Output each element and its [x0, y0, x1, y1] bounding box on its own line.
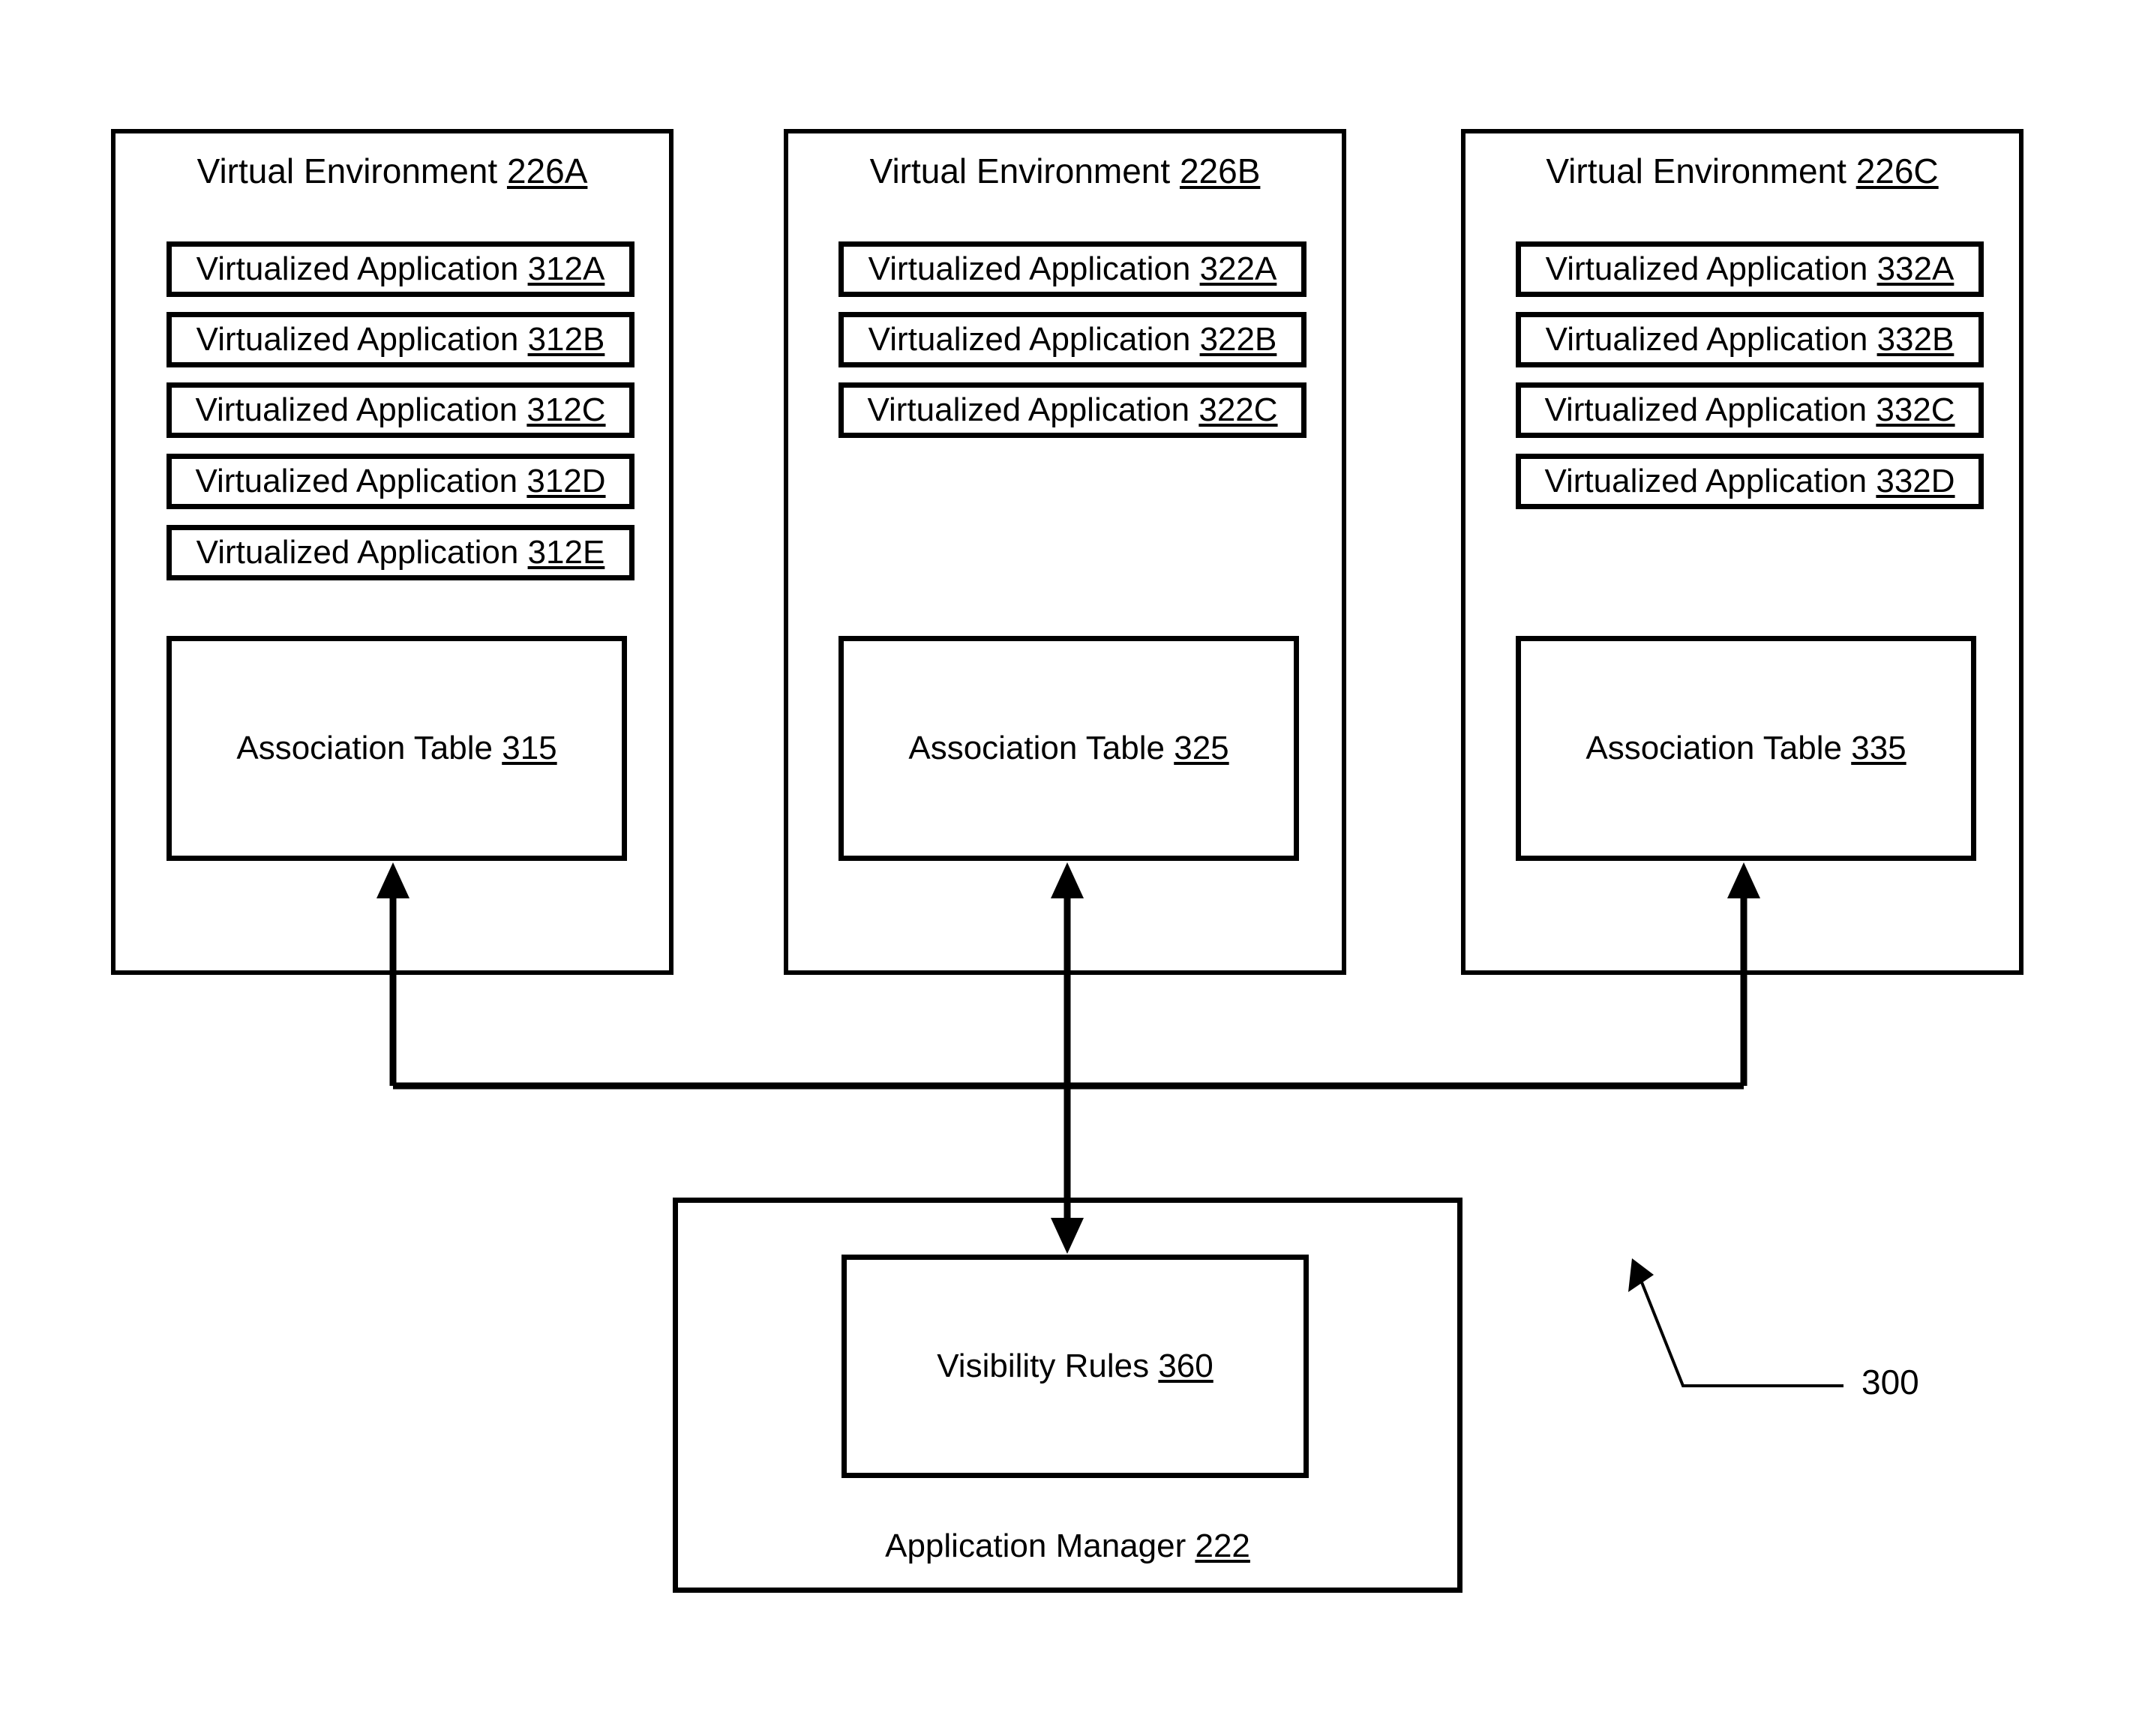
env-a-title-num: 226A	[506, 151, 588, 190]
arrowhead-reference-300	[1628, 1258, 1654, 1292]
app-322b-label: Virtualized Application 322B	[868, 321, 1277, 358]
association-table-315-label: Association Table 315	[236, 730, 557, 766]
virtualized-application-332a: Virtualized Application 332A	[1516, 241, 1984, 297]
virtualized-application-312e: Virtualized Application 312E	[166, 525, 634, 580]
virtualized-application-312d: Virtualized Application 312D	[166, 454, 634, 509]
virtualized-application-312a: Virtualized Application 312A	[166, 241, 634, 297]
figure-reference-numeral-300: 300	[1862, 1363, 1919, 1402]
association-table-335-label: Association Table 335	[1586, 730, 1906, 766]
app-312b-label: Virtualized Application 312B	[196, 321, 605, 358]
app-332b-label: Virtualized Application 332B	[1545, 321, 1954, 358]
virtual-environment-226c-title: Virtual Environment 226C	[1461, 154, 2024, 188]
association-table-325: Association Table 325	[838, 636, 1299, 861]
app-322c-label: Virtualized Application 322C	[867, 391, 1278, 428]
app-332d-label: Virtualized Application 332D	[1544, 463, 1955, 499]
virtual-environment-226b-title: Virtual Environment 226B	[784, 154, 1346, 188]
app-312a-label: Virtualized Application 312A	[196, 250, 605, 287]
virtual-environment-226a-title: Virtual Environment 226A	[111, 154, 674, 188]
env-a-title-text: Virtual Environment	[196, 151, 507, 190]
app-322a-label: Virtualized Application 322A	[868, 250, 1277, 287]
visibility-rules-360-label: Visibility Rules 360	[937, 1348, 1214, 1384]
virtualized-application-322c: Virtualized Application 322C	[838, 382, 1306, 438]
patent-figure-300: Virtual Environment 226A Virtualized App…	[0, 0, 2130, 1736]
env-c-title-text: Virtual Environment	[1546, 151, 1856, 190]
app-332a-label: Virtualized Application 332A	[1545, 250, 1954, 287]
application-manager-222-label-wrap: Application Manager 222	[673, 1530, 1462, 1563]
virtualized-application-322a: Virtualized Application 322A	[838, 241, 1306, 297]
association-table-315: Association Table 315	[166, 636, 627, 861]
virtualized-application-332d: Virtualized Application 332D	[1516, 454, 1984, 509]
virtualized-application-332b: Virtualized Application 332B	[1516, 312, 1984, 367]
env-b-title-num: 226B	[1179, 151, 1261, 190]
virtualized-application-312c: Virtualized Application 312C	[166, 382, 634, 438]
env-b-title-text: Virtual Environment	[869, 151, 1180, 190]
app-312c-label: Virtualized Application 312C	[195, 391, 606, 428]
app-312e-label: Virtualized Application 312E	[196, 534, 605, 571]
reference-leader-line-300	[1637, 1274, 1844, 1387]
virtualized-application-312b: Virtualized Application 312B	[166, 312, 634, 367]
application-manager-222-label: Application Manager 222	[885, 1528, 1250, 1564]
association-table-325-label: Association Table 325	[908, 730, 1229, 766]
env-c-title-num: 226C	[1856, 151, 1939, 190]
app-312d-label: Virtualized Application 312D	[195, 463, 606, 499]
virtualized-application-332c: Virtualized Application 332C	[1516, 382, 1984, 438]
app-332c-label: Virtualized Application 332C	[1544, 391, 1955, 428]
virtualized-application-322b: Virtualized Application 322B	[838, 312, 1306, 367]
association-table-335: Association Table 335	[1516, 636, 1976, 861]
visibility-rules-360: Visibility Rules 360	[842, 1255, 1309, 1478]
